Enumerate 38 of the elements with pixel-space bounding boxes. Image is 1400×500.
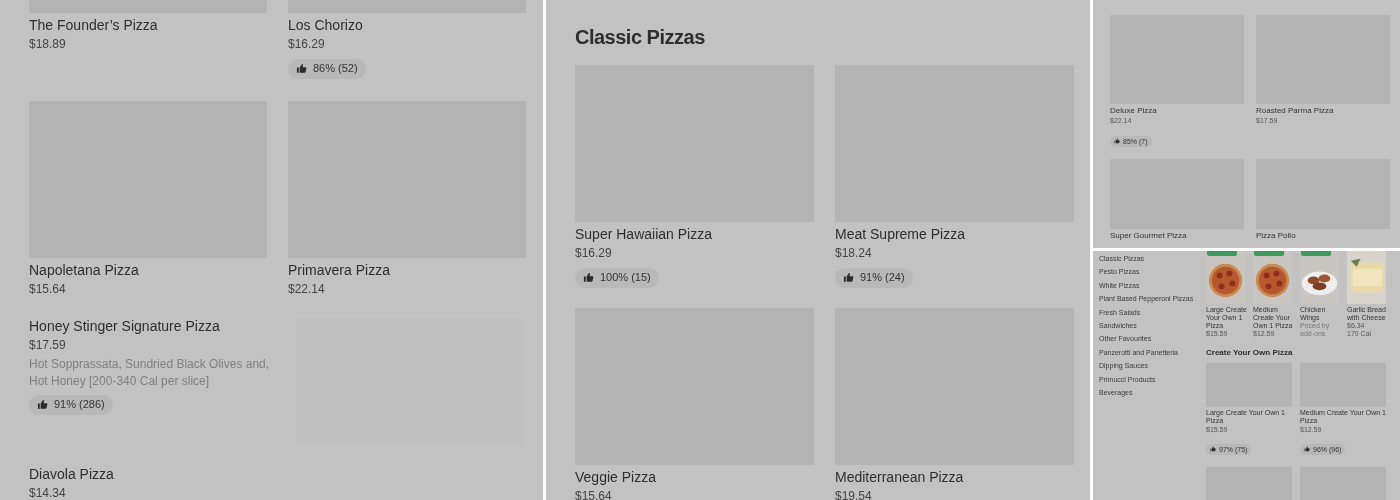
item-name[interactable]: Super Gourmet Pizza <box>1110 231 1244 241</box>
thumbs-up-icon <box>296 63 307 74</box>
rating-text: 100% (15) <box>600 270 651 286</box>
section-heading: Create Your Own Pizza <box>1206 348 1294 358</box>
thumbs-up-icon <box>843 272 854 283</box>
item-name[interactable]: Veggie Pizza <box>575 468 814 486</box>
item-price: $18.89 <box>29 36 67 53</box>
item-name[interactable]: Meat Supreme Pizza <box>835 225 1074 243</box>
item-price: $15.64 <box>29 281 67 298</box>
item-description: Hot Sopprassata, Sundried Black Olives and, Hot Honey [200-340 Cal per slice] <box>29 356 271 390</box>
item-price: $16.29 <box>575 245 613 262</box>
rating-text: 91% (286) <box>54 397 105 413</box>
item-name[interactable]: Honey Stinger Signature Pizza <box>29 317 267 335</box>
thumbs-up-icon <box>37 399 48 410</box>
item-name[interactable]: Deluxe Pizza <box>1110 106 1244 116</box>
rating-text: 86% (52) <box>313 61 358 77</box>
item-name[interactable]: The Founder’s Pizza <box>29 16 267 34</box>
item-name[interactable]: Super Hawaiian Pizza <box>575 225 814 243</box>
item-price: $18.24 <box>835 245 873 262</box>
item-name[interactable]: Roasted Parma Pizza <box>1256 106 1390 116</box>
thumbs-up-icon <box>1114 138 1120 144</box>
item-price: $15.64 <box>575 488 613 500</box>
item-name[interactable]: Pizza Pollo <box>1256 231 1390 241</box>
item-price: $16.29 <box>288 36 326 53</box>
thumbs-up-icon <box>583 272 594 283</box>
item-name[interactable]: Los Chorizo <box>288 16 526 34</box>
item-price: $14.34 <box>29 485 67 500</box>
item-name[interactable]: Mediterranean Pizza <box>835 468 1074 486</box>
thumbs-up-icon <box>1304 446 1310 452</box>
item-price: $17.59 <box>29 337 67 354</box>
rating-text: 91% (24) <box>860 270 905 286</box>
item-price: $19.54 <box>835 488 873 500</box>
section-heading: Classic Pizzas <box>575 25 706 50</box>
item-name[interactable]: Diavola Pizza <box>29 465 543 483</box>
item-price: $22.14 <box>288 281 326 298</box>
item-name[interactable]: Primavera Pizza <box>288 261 526 279</box>
thumbs-up-icon <box>1210 446 1216 452</box>
item-name[interactable]: Napoletana Pizza <box>29 261 267 279</box>
